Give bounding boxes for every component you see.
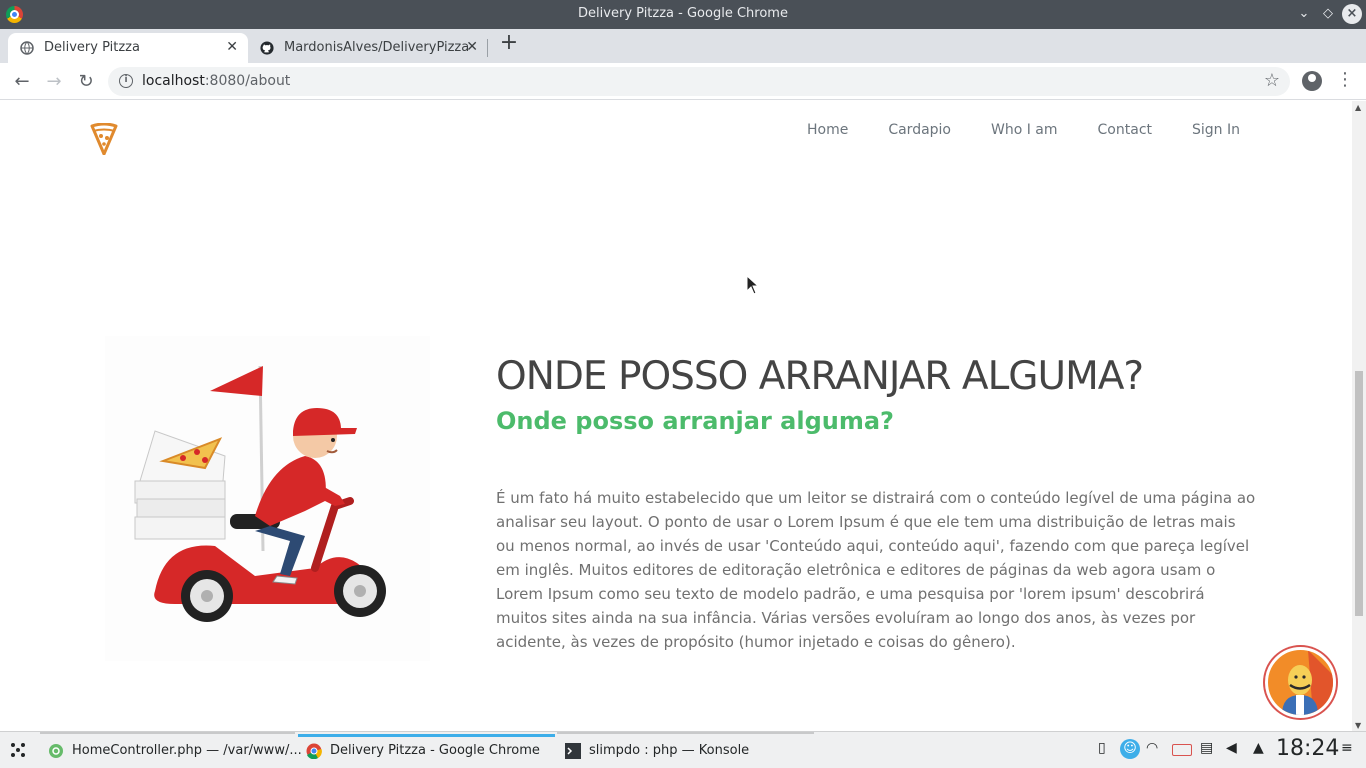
kebab-menu-icon[interactable]: ⋮ [1336, 69, 1354, 90]
window-title: Delivery Pitzza - Google Chrome [578, 6, 788, 21]
reload-icon[interactable]: ↻ [74, 70, 98, 94]
panel-menu-icon[interactable]: ≡ [1341, 740, 1353, 756]
atom-editor-icon [49, 744, 63, 758]
tab-label: Delivery Pitzza [44, 40, 140, 55]
person-avatar-icon [1282, 650, 1333, 715]
tab-strip: Delivery Pitzza ✕ MardonisAlves/Delivery… [0, 29, 1366, 63]
tab-label: MardonisAlves/DeliveryPizza [284, 40, 470, 55]
page-viewport: Home Cardapio Who I am Contact Sign In O… [0, 101, 1352, 731]
chrome-icon [306, 743, 322, 759]
window-titlebar: Delivery Pitzza - Google Chrome ⌄ ◇ × [0, 0, 1366, 29]
task-konsole[interactable]: slimpdo : php — Konsole [557, 732, 814, 768]
forward-arrow-icon[interactable]: → [42, 70, 66, 94]
nav-contact[interactable]: Contact [1098, 122, 1152, 138]
section-paragraph: É um fato há muito estabelecido que um l… [496, 486, 1256, 654]
url-text[interactable]: localhost:8080/about [142, 73, 290, 89]
browser-toolbar: ← → ↻ i localhost:8080/about ☆ ⋮ [0, 63, 1366, 100]
tab-delivery-pitzza[interactable]: Delivery Pitzza ✕ [8, 33, 248, 63]
nav-home[interactable]: Home [807, 122, 848, 138]
task-atom-editor[interactable]: HomeController.php — /var/www/... [40, 732, 302, 768]
close-tab-icon[interactable]: ✕ [226, 39, 238, 55]
account-icon[interactable] [1302, 71, 1322, 91]
clipboard-icon[interactable]: ▤ [1200, 740, 1213, 756]
url-path: :8080/about [204, 73, 291, 89]
paragraph-line: analisar seu layout. O ponto de usar o L… [496, 513, 1236, 531]
close-window-icon[interactable]: × [1342, 4, 1362, 24]
github-icon [260, 41, 274, 55]
task-google-chrome[interactable]: Delivery Pitzza - Google Chrome [298, 734, 555, 768]
paragraph-line: ou menos normal, ao invés de usar 'Conte… [496, 537, 1250, 555]
bookmark-star-icon[interactable]: ☆ [1264, 70, 1280, 91]
back-arrow-icon[interactable]: ← [10, 70, 34, 94]
close-tab-icon[interactable]: ✕ [466, 39, 478, 55]
wifi-icon[interactable]: ◠ [1146, 740, 1158, 756]
paragraph-line: Lorem Ipsum como seu texto de modelo pad… [496, 585, 1205, 603]
site-info-icon[interactable]: i [119, 74, 133, 88]
new-tab-button[interactable]: + [498, 32, 520, 55]
usb-device-icon[interactable]: ▯ [1098, 740, 1106, 756]
section-subheading: Onde posso arranjar alguma? [496, 407, 894, 435]
paragraph-line: É um fato há muito estabelecido que um l… [496, 489, 1256, 507]
tab-separator [487, 39, 488, 57]
terminal-icon [565, 743, 581, 759]
address-bar[interactable]: i localhost:8080/about ☆ [108, 67, 1290, 96]
nav-cardapio[interactable]: Cardapio [888, 122, 951, 138]
section-heading: ONDE POSSO ARRANJAR ALGUMA? [496, 354, 1144, 399]
task-indicator [557, 732, 814, 734]
battery-icon[interactable] [1172, 744, 1192, 756]
volume-icon[interactable]: ◀ [1226, 740, 1237, 756]
nav-sign-in[interactable]: Sign In [1192, 122, 1240, 138]
task-indicator [40, 732, 295, 734]
maximize-icon[interactable]: ◇ [1318, 4, 1338, 24]
url-host: localhost [142, 73, 205, 89]
scroll-up-arrow-icon[interactable]: ▲ [1355, 103, 1361, 112]
tray-expand-icon[interactable]: ▲ [1253, 740, 1264, 756]
tab-github[interactable]: MardonisAlves/DeliveryPizza ✕ [248, 33, 488, 63]
site-navigation: Home Cardapio Who I am Contact Sign In [807, 122, 1240, 138]
chat-avatar-button[interactable] [1265, 647, 1336, 718]
paragraph-line: muitos sites ainda na sua infância. Vári… [496, 609, 1196, 627]
system-taskbar: HomeController.php — /var/www/... Delive… [0, 731, 1366, 768]
page-scrollbar[interactable]: ▲ ▼ [1352, 101, 1366, 731]
system-clock[interactable]: 18:24 [1276, 736, 1339, 761]
pizza-logo-icon[interactable] [90, 123, 118, 155]
globe-icon [20, 41, 34, 55]
paragraph-line: em inglês. Muitos editores de editoração… [496, 561, 1216, 579]
mouse-cursor-icon [746, 275, 760, 295]
paragraph-line: acidente, às vezes de propósito (humor i… [496, 633, 1016, 651]
scrollbar-thumb[interactable] [1355, 371, 1363, 616]
nav-who-i-am[interactable]: Who I am [991, 122, 1058, 138]
scroll-down-arrow-icon[interactable]: ▼ [1355, 721, 1361, 730]
task-label: Delivery Pitzza - Google Chrome [330, 743, 540, 758]
delivery-scooter-illustration [105, 336, 430, 661]
task-label: HomeController.php — /var/www/... [72, 743, 302, 758]
accessibility-icon[interactable]: ☺ [1120, 739, 1140, 759]
minimize-icon[interactable]: ⌄ [1294, 4, 1314, 24]
app-launcher-icon[interactable] [8, 740, 28, 760]
task-label: slimpdo : php — Konsole [589, 743, 750, 758]
